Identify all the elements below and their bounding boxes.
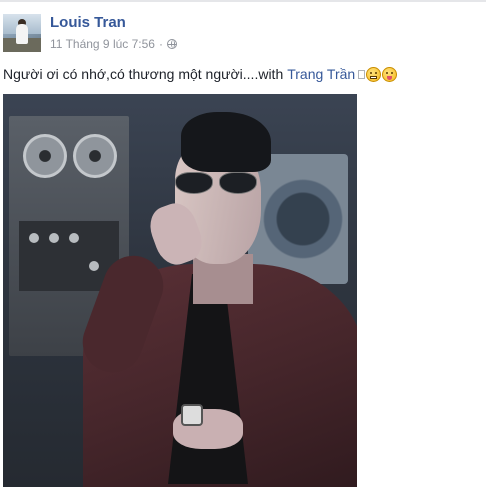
status-text: Người ơi có nhớ,có thương một người....w… (3, 66, 284, 82)
meta-separator: · (158, 37, 163, 51)
tagged-user-link[interactable]: Trang Trần (287, 66, 355, 82)
post-timestamp[interactable]: 11 Tháng 9 lúc 7:56 (50, 37, 155, 51)
top-divider (0, 0, 486, 2)
grimace-emoji-icon (366, 66, 382, 82)
author-name[interactable]: Louis Tran (50, 14, 126, 31)
status-text-line: Người ơi có nhớ,có thương một người....w… (3, 66, 398, 82)
post-photo[interactable] (3, 94, 357, 487)
missing-glyph-icon (358, 69, 366, 79)
man-figure (63, 104, 357, 487)
tongue-emoji-icon (382, 66, 398, 82)
avatar[interactable] (3, 14, 41, 52)
post-meta: 11 Tháng 9 lúc 7:56 · (50, 37, 177, 51)
globe-icon[interactable] (166, 39, 177, 49)
